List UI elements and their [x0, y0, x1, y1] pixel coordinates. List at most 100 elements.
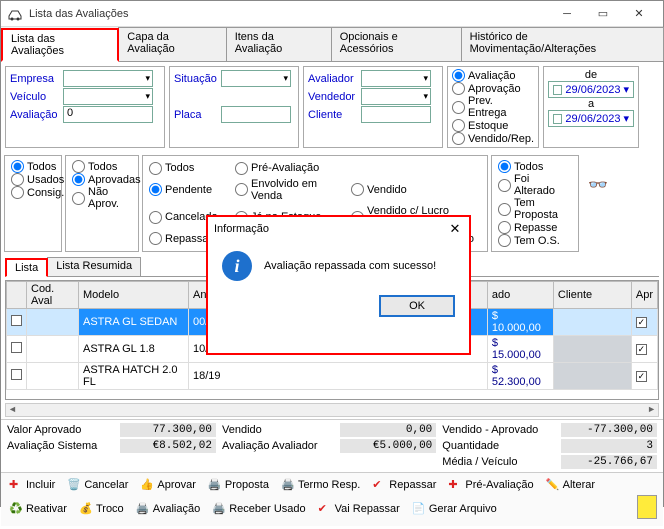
restore-icon: ♻️ [9, 502, 23, 516]
lbl-a: a [548, 98, 634, 110]
maximize-button[interactable]: ▭ [585, 3, 621, 25]
print-icon: 🖨️ [281, 478, 295, 492]
apr-check[interactable]: ✓ [636, 317, 647, 328]
tab-lista-avaliacoes[interactable]: Lista das Avaliações [1, 28, 119, 62]
g4-todos[interactable] [498, 160, 511, 173]
btn-avaliacao[interactable]: 🖨️Avaliação [134, 495, 203, 522]
tab-capa[interactable]: Capa da Avaliação [118, 27, 226, 61]
g2-aprovadas[interactable] [72, 173, 85, 186]
g3-pendente[interactable] [149, 183, 162, 196]
subtab-resumida[interactable]: Lista Resumida [47, 257, 141, 276]
row-check[interactable] [11, 369, 22, 380]
input-placa[interactable] [221, 106, 291, 123]
check-icon: ✔ [372, 478, 386, 492]
radio-estoque[interactable] [452, 119, 465, 132]
g2-nao-aprov[interactable] [72, 192, 85, 205]
btn-proposta[interactable]: 🖨️Proposta [206, 477, 271, 493]
lbl-placa: Placa [174, 109, 218, 121]
trash-icon: 🗑️ [67, 478, 81, 492]
g1-todos[interactable] [11, 160, 24, 173]
lbl-avaliador: Avaliador [308, 73, 358, 85]
app-icon [7, 6, 23, 22]
combo-empresa[interactable] [63, 70, 153, 87]
approve-icon: 👍 [140, 478, 154, 492]
combo-situacao[interactable] [221, 70, 291, 87]
row-check[interactable] [11, 342, 22, 353]
totals-panel: Valor Aprovado77.300,00 Vendido0,00 Vend… [1, 419, 663, 472]
g1-consig[interactable] [11, 186, 24, 199]
lbl-de: de [548, 69, 634, 81]
tab-itens[interactable]: Itens da Avaliação [226, 27, 332, 61]
g3-todos[interactable] [149, 162, 162, 175]
row-check[interactable] [11, 315, 22, 326]
window-title: Lista das Avaliações [29, 8, 549, 20]
btn-termo[interactable]: 🖨️Termo Resp. [279, 477, 362, 493]
table-row[interactable]: ASTRA HATCH 2.0 FL 18/19 $ 52.300,00 ███… [7, 363, 658, 390]
money-icon: 💰 [79, 502, 93, 516]
g1-usados[interactable] [11, 173, 24, 186]
radio-prev-entrega[interactable] [452, 101, 465, 114]
dialog-close-button[interactable]: ✕ [447, 221, 463, 237]
main-tabs: Lista das Avaliações Capa da Avaliação I… [1, 27, 663, 62]
subtab-lista[interactable]: Lista [5, 258, 48, 277]
close-button[interactable]: ✕ [621, 3, 657, 25]
lbl-vendedor: Vendedor [308, 91, 358, 103]
btn-pre-aval[interactable]: ✚Pré-Avaliação [446, 477, 535, 493]
btn-alterar[interactable]: ✏️Alterar [544, 477, 597, 493]
file-icon: 📄 [412, 502, 426, 516]
print-icon: 🖨️ [212, 502, 226, 516]
dialog-message: Avaliação repassada com sucesso! [264, 260, 436, 272]
apr-check[interactable]: ✓ [636, 371, 647, 382]
plus-icon: ✚ [9, 478, 23, 492]
g3-pre-aval[interactable] [235, 162, 248, 175]
radio-aprovacao[interactable] [452, 82, 465, 95]
g3-envolvido[interactable] [235, 183, 248, 196]
apr-check[interactable]: ✓ [636, 344, 647, 355]
date-from[interactable]: 29/06/2023▾ [548, 81, 634, 98]
lbl-situacao: Situação [174, 73, 218, 85]
btn-troco[interactable]: 💰Troco [77, 495, 126, 522]
tab-opcionais[interactable]: Opcionais e Acessórios [331, 27, 462, 61]
filter-toolbar: Empresa Veículo Avaliação0 Situação Plac… [1, 62, 663, 152]
dialog-ok-button[interactable]: OK [379, 295, 455, 317]
btn-incluir[interactable]: ✚Incluir [7, 477, 57, 493]
btn-gerar-arquivo[interactable]: 📄Gerar Arquivo [410, 495, 499, 522]
lbl-empresa: Empresa [10, 73, 60, 85]
combo-vendedor[interactable] [361, 88, 431, 105]
btn-cancelar[interactable]: 🗑️Cancelar [65, 477, 130, 493]
combo-avaliador[interactable] [361, 70, 431, 87]
btn-repassar[interactable]: ✔Repassar [370, 477, 438, 493]
minimize-button[interactable]: ─ [549, 3, 585, 25]
btn-aprovar[interactable]: 👍Aprovar [138, 477, 198, 493]
lbl-cliente: Cliente [308, 109, 358, 121]
plus-icon: ✚ [448, 478, 462, 492]
btn-reativar[interactable]: ♻️Reativar [7, 495, 69, 522]
print-icon: 🖨️ [136, 502, 150, 516]
g4-proposta[interactable] [498, 203, 511, 216]
combo-veiculo[interactable] [63, 88, 153, 105]
g4-repasse[interactable] [498, 221, 511, 234]
dialog-title: Informação [214, 223, 447, 235]
g4-alterado[interactable] [498, 179, 511, 192]
date-to[interactable]: 29/06/2023▾ [548, 110, 634, 127]
check-icon: ✔ [318, 502, 332, 516]
input-cliente[interactable] [361, 106, 431, 123]
info-dialog: Informação ✕ i Avaliação repassada com s… [206, 215, 471, 355]
g3-cancelado[interactable] [149, 211, 162, 224]
g3-repassados[interactable] [149, 232, 162, 245]
input-avaliacao[interactable]: 0 [63, 106, 153, 123]
radio-avaliacao[interactable] [452, 69, 465, 82]
note-icon[interactable] [637, 495, 657, 519]
g2-todos[interactable] [72, 160, 85, 173]
btn-receber[interactable]: 🖨️Receber Usado [210, 495, 307, 522]
g3-vendido[interactable] [351, 183, 364, 196]
print-icon: 🖨️ [208, 478, 222, 492]
edit-icon: ✏️ [546, 478, 560, 492]
btn-vai-repassar[interactable]: ✔Vai Repassar [316, 495, 402, 522]
tab-historico[interactable]: Histórico de Movimentação/Alterações [461, 27, 664, 61]
titlebar: Lista das Avaliações ─ ▭ ✕ [1, 1, 663, 27]
g4-tem-os[interactable] [498, 234, 511, 247]
radio-vendido-rep[interactable] [452, 132, 465, 145]
search-icon[interactable]: 👓 [588, 177, 608, 194]
horizontal-scrollbar[interactable] [5, 403, 659, 417]
